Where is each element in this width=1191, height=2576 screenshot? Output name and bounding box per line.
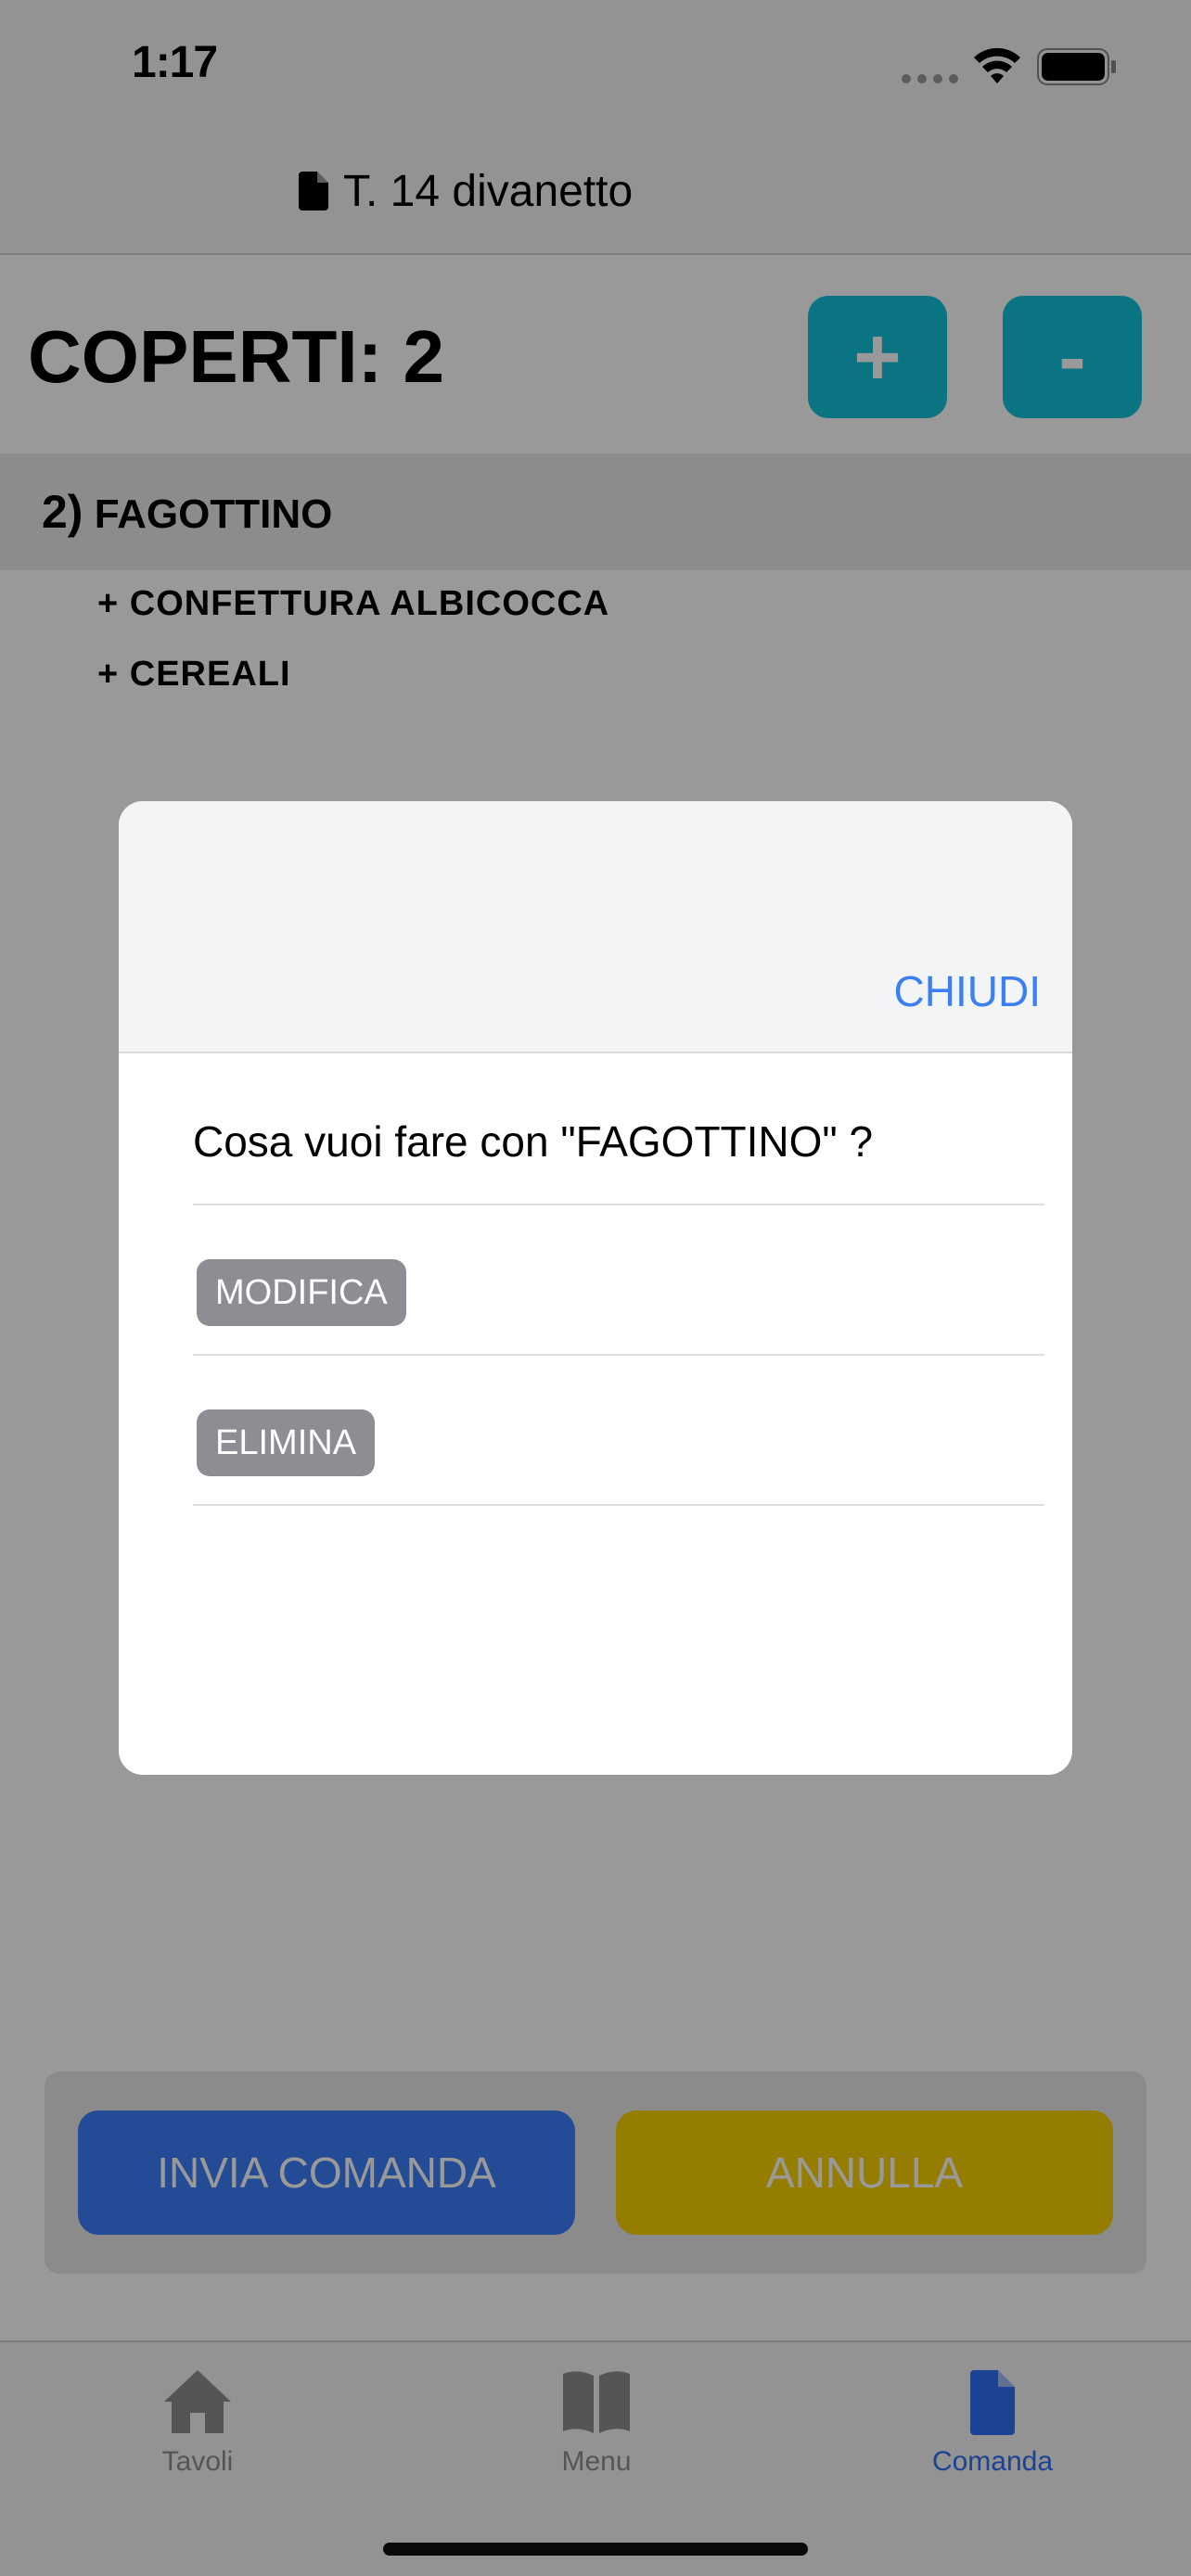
close-button[interactable]: CHIUDI [894,966,1041,1016]
edit-button[interactable]: MODIFICA [197,1259,406,1326]
delete-button[interactable]: ELIMINA [197,1409,376,1476]
order-screen: 1:17 T. 14 divanetto COPERTI: 2 + - 2) F… [0,0,1191,2576]
modal-header: CHIUDI [119,801,1072,1053]
modal-question: Cosa vuoi fare con "FAGOTTINO" ? [193,1117,874,1166]
divider [193,1504,1044,1506]
divider [193,1354,1044,1356]
divider [193,1204,1044,1205]
action-modal: CHIUDI Cosa vuoi fare con "FAGOTTINO" ? … [119,801,1072,1775]
